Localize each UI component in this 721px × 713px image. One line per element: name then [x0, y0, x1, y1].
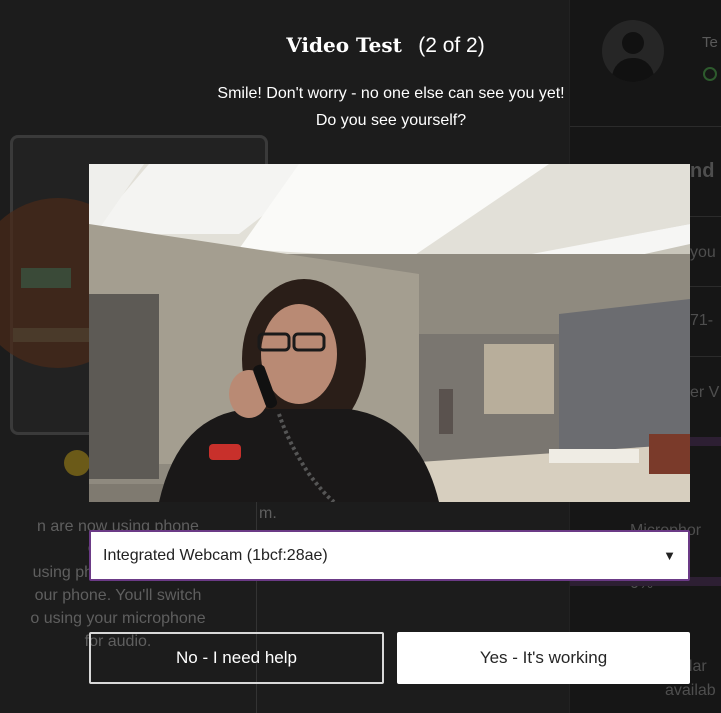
subtitle-line: Smile! Don't worry - no one else can see…	[217, 85, 565, 102]
yes-working-button[interactable]: Yes - It's working	[397, 632, 690, 684]
caret-down-icon: ▼	[663, 548, 676, 563]
button-label: Yes - It's working	[479, 648, 608, 667]
webcam-image	[89, 164, 690, 502]
video-test-dialog: Video Test (2 of 2) Smile! Don't worry -…	[0, 0, 721, 713]
camera-select[interactable]: Integrated Webcam (1bcf:28ae) ▼	[89, 530, 690, 581]
subtitle-line: Do you see yourself?	[315, 112, 467, 129]
camera-select-value: Integrated Webcam (1bcf:28ae)	[103, 546, 328, 564]
dialog-title-text: Video Test	[286, 33, 402, 57]
dialog-step-indicator: (2 of 2)	[418, 34, 485, 57]
button-label: No - I need help	[176, 648, 297, 667]
webcam-preview	[89, 164, 690, 502]
dialog-subtitle: Smile! Don't worry - no one else can see…	[0, 80, 721, 134]
no-need-help-button[interactable]: No - I need help	[89, 632, 384, 684]
dialog-title: Video Test (2 of 2)	[0, 33, 721, 58]
